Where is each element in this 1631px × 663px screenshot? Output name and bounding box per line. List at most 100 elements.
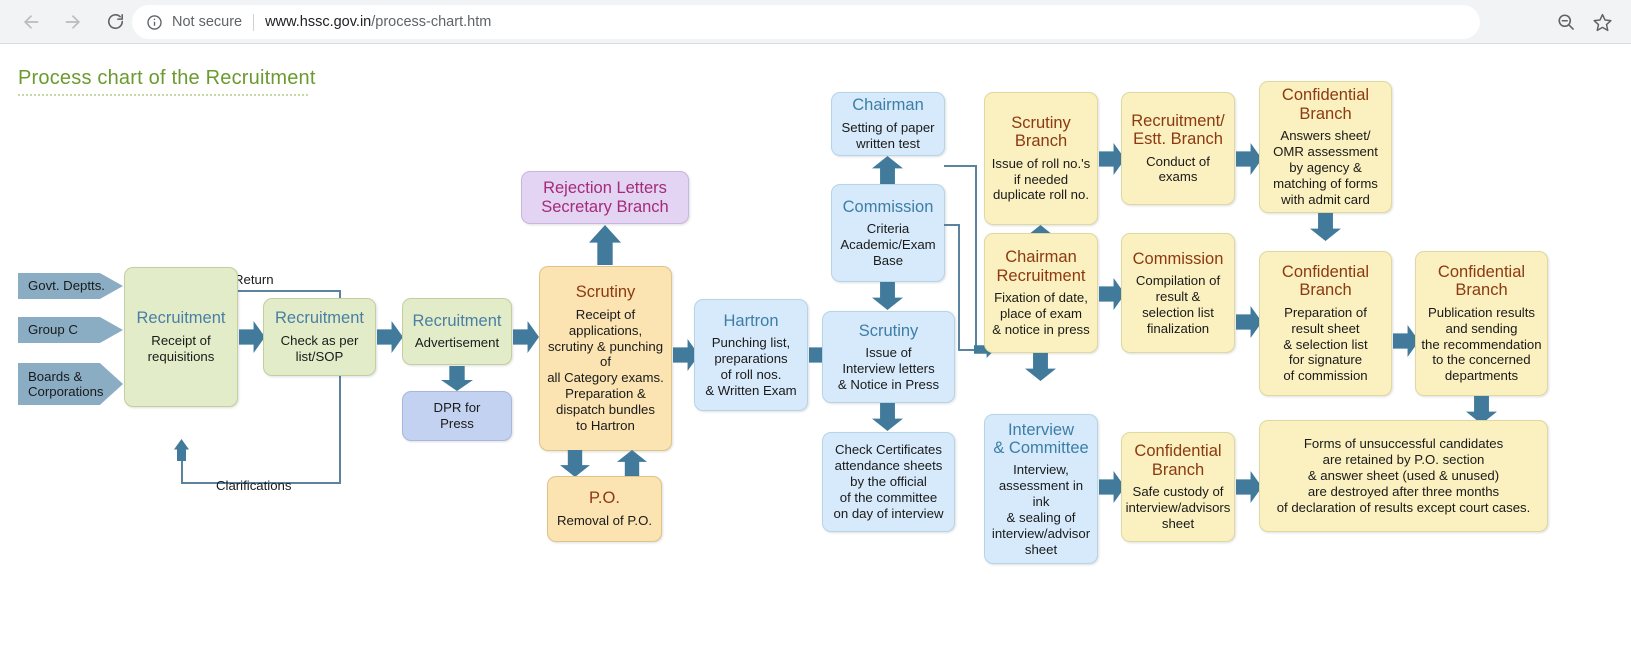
forward-button[interactable] [56,5,90,39]
label-return: Return [234,272,274,287]
arrow-commission-to-scrutiny-interview [872,282,903,310]
input-label: Boards & Corporations [28,368,104,399]
node-body: Issue of Interview letters & Notice in P… [837,344,940,392]
node-check-certificates: Check Certificates attendance sheets by … [822,432,955,532]
arrow-adv-to-dpr [441,366,473,391]
node-body: Punching list, preparations of roll nos.… [705,335,797,398]
node-header: Confidential Branch [1281,262,1370,300]
input-arrow-group-c: Group C [18,317,123,343]
arrow-scrutiny-to-po [560,450,590,477]
node-interview-committee: Interview & Committee Interview, assessm… [984,414,1098,564]
node-header: Recruitment [275,309,364,328]
connector-chairman-down [975,165,977,350]
node-header: Hartron [723,311,779,330]
node-chairman-paper: Chairman Setting of paper written test [831,92,945,156]
node-confidential-branch-safe-custody: Confidential Branch Safe custody of inte… [1121,432,1235,542]
star-bookmark-icon[interactable] [1592,12,1613,33]
node-header: Scrutiny [858,321,919,340]
node-header: Commission [1132,249,1224,268]
url-host: www.hssc.gov.in [265,14,372,30]
node-body: Conduct of exams [1146,153,1210,185]
input-arrow-boards-corporations: Boards & Corporations [18,363,123,405]
node-rejection-letters: Rejection Letters Secretary Branch [521,171,689,224]
arrow-scrutiny-to-check-certificates [872,403,903,431]
node-recruitment-receipt: Recruitment Receipt of requisitions [124,267,238,407]
arrow-adv-to-scrutiny [513,321,539,353]
node-recruitment-estt-branch: Recruitment/ Estt. Branch Conduct of exa… [1121,92,1235,205]
browser-actions [1556,0,1621,44]
forward-arrow-icon [63,12,83,32]
node-body: Compilation of result & selection list f… [1135,273,1221,336]
arrow-po-to-scrutiny [617,450,647,477]
node-header: Chairman Recruitment [996,248,1086,285]
node-body: Fixation of date, place of exam & notice… [992,290,1090,337]
node-body: Forms of unsuccessful candidates are ret… [1276,436,1531,515]
connector-chairman-out [944,165,977,167]
node-confidential-branch-omr: Confidential Branch Answers sheet/ OMR a… [1259,81,1392,213]
node-header: Interview & Committee [993,420,1089,457]
node-header: Confidential Branch [1437,262,1526,300]
node-body: Preparation of result sheet & selection … [1283,304,1368,384]
input-arrow-govt-deptts: Govt. Deptts. [18,273,123,299]
node-scrutiny-branch: Scrutiny Branch Issue of roll no.'s if n… [984,92,1098,225]
node-po-removal: P.O. Removal of P.O. [547,476,662,542]
node-header: Scrutiny [575,283,636,302]
page-content: Process chart of the Recruitment Govt. D… [0,44,1631,663]
node-header: Recruitment/ Estt. Branch [1131,111,1225,149]
node-body: Check Certificates attendance sheets by … [833,442,944,521]
node-recruitment-check: Recruitment Check as per list/SOP [263,298,376,376]
node-body: Interview, assessment in ink & sealing o… [991,462,1091,557]
node-recruitment-advertisement: Recruitment Advertisement [402,298,512,365]
node-chairman-recruitment: Chairman Recruitment Fixation of date, p… [984,233,1098,353]
node-body: Criteria Academic/Exam Base [840,220,936,268]
node-header: Confidential Branch [1134,442,1222,479]
connector-left-riser [958,224,960,350]
node-body: Advertisement [414,335,500,351]
input-label: Group C [28,322,78,338]
reload-button[interactable] [98,5,132,39]
node-header: Recruitment [136,309,226,328]
browser-toolbar: Not secure www.hssc.gov.in/process-chart… [0,0,1631,44]
node-dpr-for-press: DPR for Press [402,391,512,441]
url-text: www.hssc.gov.in/process-chart.htm [265,14,491,30]
info-circle-icon[interactable] [146,14,163,31]
node-scrutiny-interview-letters: Scrutiny Issue of Interview letters & No… [822,311,955,403]
node-body: Receipt of requisitions [147,332,215,364]
node-body: Publication results and sending the reco… [1421,304,1542,384]
node-commission-result: Commission Compilation of result & selec… [1121,233,1235,353]
node-header: P.O. [589,489,620,508]
clarifications-arrowhead [174,439,189,461]
address-bar[interactable]: Not secure www.hssc.gov.in/process-chart… [132,5,1480,39]
arrow-commission-to-chairman [872,156,903,184]
omnibox-divider [253,13,255,31]
node-body: Safe custody of interview/advisors sheet [1125,484,1231,531]
node-hartron: Hartron Punching list, preparations of r… [694,299,808,411]
arrow-confidential-omr-to-result [1310,213,1341,241]
zoom-out-icon[interactable] [1556,12,1576,32]
node-header: Recruitment [412,311,502,330]
node-confidential-branch-publication: Confidential Branch Publication results … [1415,251,1548,396]
back-arrow-icon [21,12,41,32]
node-header: Commission [842,197,934,216]
arrow-scrutiny-to-rejection [589,225,621,265]
node-body: Receipt of applications, scrutiny & punc… [547,306,664,433]
node-body: Check as per list/SOP [280,332,359,364]
node-forms-unsuccessful-candidates: Forms of unsuccessful candidates are ret… [1259,420,1548,532]
node-body: DPR for Press [433,400,481,431]
node-header: Rejection Letters Secretary Branch [541,179,669,216]
process-flow-diagram: Govt. Deptts. Group C Boards & Corporati… [0,44,1631,663]
input-label: Govt. Deptts. [28,278,105,294]
arrow-receipt-to-check [239,321,265,353]
security-status-label: Not secure [172,14,243,30]
back-button[interactable] [14,5,48,39]
url-path: /process-chart.htm [371,14,492,30]
node-scrutiny-main: Scrutiny Receipt of applications, scruti… [539,266,672,451]
node-body: Setting of paper written test [841,119,935,151]
arrow-check-to-adv [377,321,403,353]
reload-icon [106,12,125,31]
node-confidential-branch-result-sheet: Confidential Branch Preparation of resul… [1259,251,1392,396]
node-header: Chairman [852,96,924,115]
label-clarifications: Clarifications [216,478,292,493]
arrow-chairman-recruitment-to-interview [1025,353,1056,381]
node-body: Answers sheet/ OMR assessment by agency … [1273,128,1378,207]
